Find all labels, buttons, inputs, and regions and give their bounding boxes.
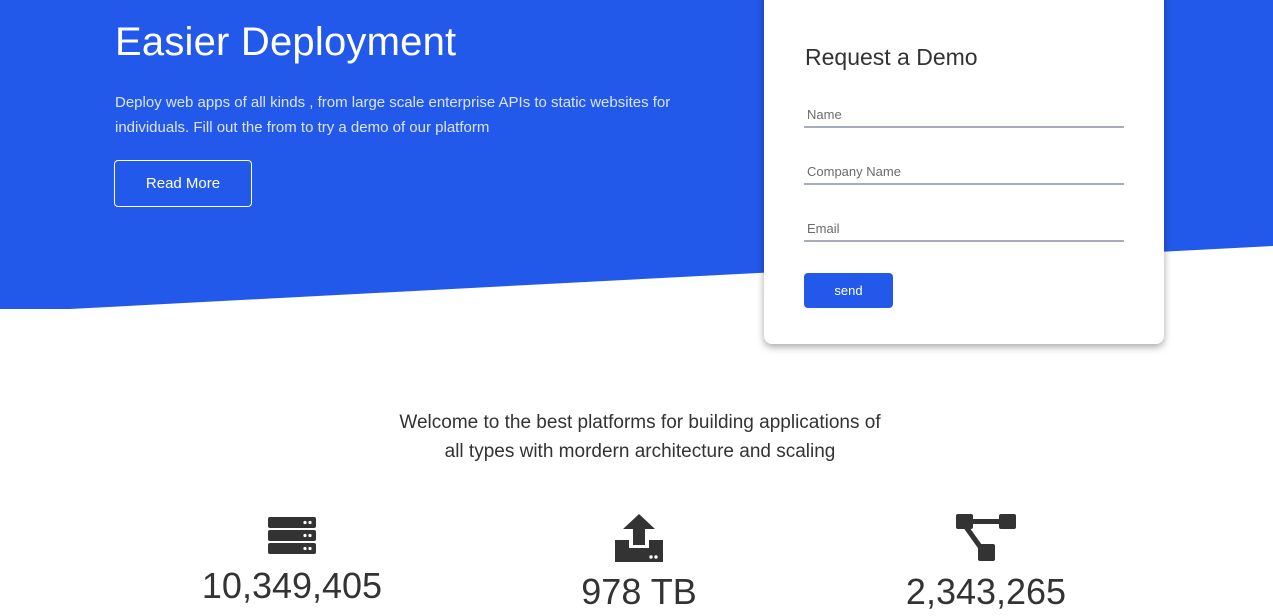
hero-description: Deploy web apps of all kinds , from larg… — [115, 94, 671, 136]
stat-servers: 10,349,405 — [142, 512, 442, 608]
hero-title: Easier Deployment — [115, 20, 457, 64]
read-more-button[interactable]: Read More — [114, 160, 252, 207]
stat-connections: 2,343,265 — [836, 512, 1136, 614]
stat-value: 10,349,405 — [201, 565, 383, 606]
email-field[interactable] — [804, 216, 1124, 242]
landing-page: Easier Deployment Deploy web apps of all… — [0, 0, 1273, 616]
demo-form-card: Request a Demo send — [764, 0, 1164, 344]
stat-storage: 978 TB — [489, 512, 789, 614]
send-button[interactable]: send — [804, 273, 893, 308]
server-icon — [268, 517, 316, 554]
stat-value: 2,343,265 — [905, 571, 1067, 612]
upload-icon — [615, 514, 663, 562]
stat-value: 978 TB — [581, 571, 697, 612]
demo-form-title: Request a Demo — [805, 44, 978, 70]
company-name-field[interactable] — [804, 159, 1124, 185]
name-field[interactable] — [804, 102, 1124, 128]
network-icon — [956, 514, 1016, 561]
welcome-text: Welcome to the best platforms for buildi… — [399, 412, 881, 462]
